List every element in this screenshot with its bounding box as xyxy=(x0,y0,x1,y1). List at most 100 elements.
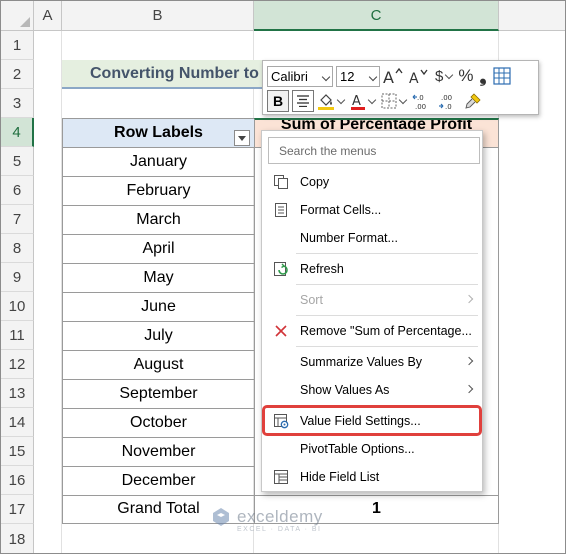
menu-item-label: Remove "Sum of Percentage... xyxy=(300,324,472,338)
chevron-down-icon[interactable] xyxy=(336,90,346,112)
format-painter-icon xyxy=(465,93,481,109)
row-header-9[interactable]: 9 xyxy=(1,263,34,292)
select-all-corner[interactable] xyxy=(1,1,34,31)
menu-item-number-format[interactable]: Number Format... xyxy=(263,224,481,252)
row-header-14[interactable]: 14 xyxy=(1,408,34,437)
percent-style-button[interactable]: % xyxy=(458,65,473,87)
row-header-11[interactable]: 11 xyxy=(1,321,34,350)
svg-text:.00: .00 xyxy=(415,103,426,110)
chevron-right-icon xyxy=(464,384,474,394)
row-header-12[interactable]: 12 xyxy=(1,350,34,379)
column-header-c[interactable]: C xyxy=(254,1,499,31)
format-painter-button[interactable] xyxy=(464,90,482,112)
table-row[interactable]: February xyxy=(62,176,255,206)
title-text: Converting Number to xyxy=(90,65,259,82)
row-header-18[interactable]: 18 xyxy=(1,524,34,553)
font-size-combo[interactable]: 12 xyxy=(336,65,380,87)
watermark: exceldemy EXCEL · DATA · BI xyxy=(211,507,323,533)
row-header-8[interactable]: 8 xyxy=(1,234,34,263)
row-header-4[interactable]: 4 xyxy=(1,118,34,147)
borders-button[interactable] xyxy=(381,90,397,112)
accounting-format-button[interactable]: $ xyxy=(435,65,443,87)
row-header-5[interactable]: 5 xyxy=(1,147,34,176)
menu-search-input[interactable]: Search the menus xyxy=(268,137,480,164)
decrease-decimal-button[interactable]: .00 .0 xyxy=(438,90,458,112)
table-row[interactable]: May xyxy=(62,263,255,293)
chevron-down-icon[interactable] xyxy=(444,65,454,87)
align-center-icon xyxy=(297,95,309,107)
menu-item-format-cells[interactable]: Format Cells... xyxy=(263,196,481,224)
row-header-16[interactable]: 16 xyxy=(1,466,34,495)
format-cells-icon xyxy=(272,201,290,219)
menu-item-hide-field-list[interactable]: Hide Field List xyxy=(263,463,481,491)
table-row[interactable]: September xyxy=(62,379,255,409)
increase-decimal-button[interactable]: .0 .00 xyxy=(412,90,432,112)
pivot-header-row-labels[interactable]: Row Labels xyxy=(62,118,255,148)
chevron-down-icon[interactable] xyxy=(398,90,408,112)
row-header-10[interactable]: 10 xyxy=(1,292,34,321)
svg-text:A: A xyxy=(383,68,394,85)
menu-item-show-values-as[interactable]: Show Values As xyxy=(263,376,481,404)
borders-icon xyxy=(381,93,397,109)
table-row[interactable]: April xyxy=(62,234,255,264)
table-row[interactable]: March xyxy=(62,205,255,235)
decrease-font-size-button[interactable]: A xyxy=(409,65,429,87)
watermark-name: exceldemy xyxy=(237,507,323,526)
menu-item-label: Sort xyxy=(300,293,323,307)
svg-text:A: A xyxy=(352,94,361,109)
row-header-13[interactable]: 13 xyxy=(1,379,34,408)
row-header-17[interactable]: 17 xyxy=(1,495,34,524)
chevron-down-icon[interactable] xyxy=(367,90,377,112)
menu-item-copy[interactable]: Copy xyxy=(263,168,481,196)
table-row[interactable]: July xyxy=(62,321,255,351)
row-header-15[interactable]: 15 xyxy=(1,437,34,466)
increase-font-icon: A xyxy=(383,67,403,85)
font-name-value: Calibri xyxy=(271,68,308,84)
row-header-7[interactable]: 7 xyxy=(1,205,34,234)
filter-dropdown-icon[interactable] xyxy=(234,130,250,146)
align-center-button[interactable] xyxy=(292,90,314,112)
table-row[interactable]: January xyxy=(62,147,255,177)
close-icon xyxy=(272,322,290,340)
table-row[interactable]: November xyxy=(62,437,255,467)
bold-button[interactable]: B xyxy=(267,90,289,112)
row-header-3[interactable]: 3 xyxy=(1,89,34,118)
menu-item-refresh[interactable]: Refresh xyxy=(263,255,481,283)
column-header-a[interactable]: A xyxy=(34,1,62,31)
table-row[interactable]: June xyxy=(62,292,255,322)
row-header-1[interactable]: 1 xyxy=(1,31,34,60)
fill-color-button[interactable] xyxy=(317,90,335,112)
menu-item-remove-field[interactable]: Remove "Sum of Percentage... xyxy=(263,317,481,345)
increase-font-size-button[interactable]: A xyxy=(383,65,403,87)
paint-bucket-icon xyxy=(318,94,334,110)
menu-item-label: Hide Field List xyxy=(300,470,380,484)
row-labels-text: Row Labels xyxy=(114,124,203,141)
menu-item-label: Copy xyxy=(300,175,330,189)
menu-item-sort[interactable]: Sort xyxy=(263,286,481,314)
decrease-font-icon: A xyxy=(409,69,428,85)
column-header-b[interactable]: B xyxy=(62,1,254,31)
comma-style-button[interactable]: ❟ xyxy=(479,65,486,87)
row-header-2[interactable]: 2 xyxy=(1,60,34,89)
font-name-combo[interactable]: Calibri xyxy=(267,65,333,87)
column-header-d[interactable] xyxy=(499,1,565,31)
menu-item-summarize-values[interactable]: Summarize Values By xyxy=(263,348,481,376)
refresh-icon xyxy=(272,260,290,278)
format-table-button[interactable] xyxy=(492,65,511,87)
table-row[interactable]: October xyxy=(62,408,255,438)
font-color-button[interactable]: A xyxy=(350,90,366,112)
menu-item-label: Refresh xyxy=(300,262,344,276)
context-menu: Search the menus Copy Format Cells... Nu… xyxy=(261,130,483,492)
svg-text:.0: .0 xyxy=(445,103,452,110)
menu-item-label: PivotTable Options... xyxy=(300,442,415,456)
table-row[interactable]: December xyxy=(62,466,255,496)
row-header-6[interactable]: 6 xyxy=(1,176,34,205)
table-row[interactable]: August xyxy=(62,350,255,380)
font-color-icon: A xyxy=(351,94,365,110)
menu-item-pivottable-options[interactable]: PivotTable Options... xyxy=(263,435,481,463)
field-list-icon xyxy=(272,468,290,486)
decrease-decimal-icon: .00 .0 xyxy=(439,94,452,110)
chevron-down-icon xyxy=(368,72,378,81)
svg-text:A: A xyxy=(409,71,419,85)
chevron-right-icon xyxy=(464,356,474,366)
